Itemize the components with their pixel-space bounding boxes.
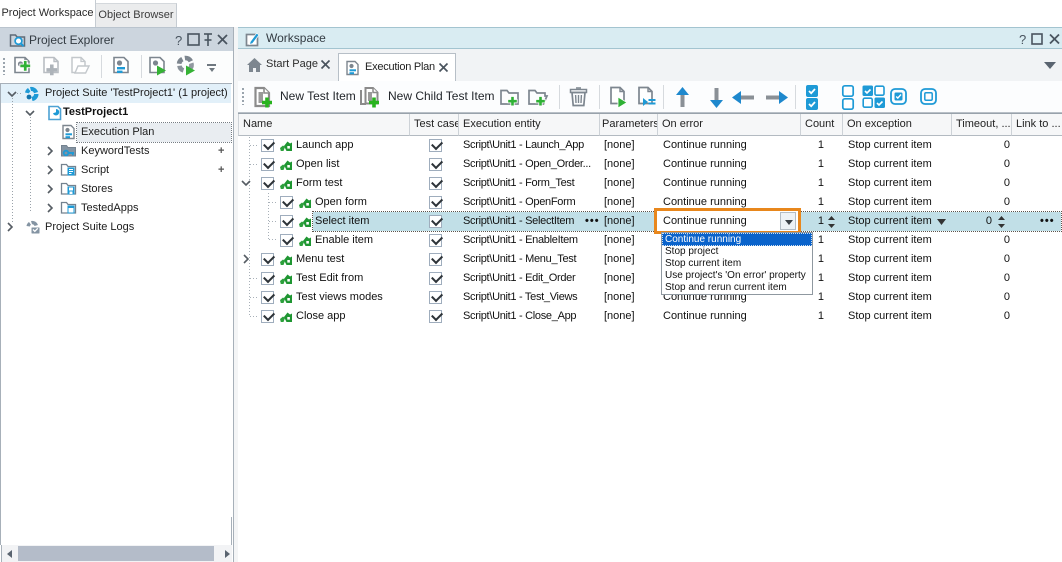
svg-text:?: ?: [175, 33, 182, 48]
svg-text:?: ?: [1019, 32, 1026, 47]
